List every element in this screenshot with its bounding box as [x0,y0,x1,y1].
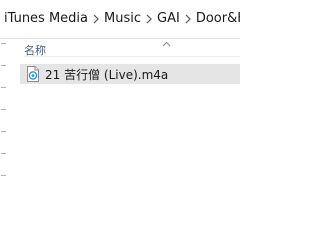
nav-item-marker [1,131,6,132]
nav-item-marker [1,109,6,110]
chevron-right-icon[interactable] [92,0,100,38]
breadcrumb-item-music[interactable]: Music [100,0,145,38]
audio-file-icon [27,66,39,82]
breadcrumb-item-gai[interactable]: GAI [153,0,184,38]
file-explorer-window: iTunes Media Music GAI Door&Ke 名称 [0,0,240,200]
chevron-right-icon[interactable] [145,0,153,38]
column-header-divider [24,56,240,57]
chevron-right-icon[interactable] [184,0,192,38]
breadcrumb: iTunes Media Music GAI Door&Ke [0,0,240,39]
chevron-up-icon [162,37,171,50]
nav-item-marker [1,87,6,88]
nav-item-marker [1,65,6,66]
navigation-pane-edge [0,39,8,200]
file-row[interactable]: 21 苦行僧 (Live).m4a [20,64,240,84]
column-header-name[interactable]: 名称 [24,37,240,57]
nav-item-marker [1,43,6,44]
file-name: 21 苦行僧 (Live).m4a [45,67,169,82]
nav-item-marker [1,175,6,176]
breadcrumb-item-itunes-media[interactable]: iTunes Media [0,0,92,38]
breadcrumb-item-door-ke[interactable]: Door&Ke [192,0,240,38]
nav-item-marker [1,153,6,154]
